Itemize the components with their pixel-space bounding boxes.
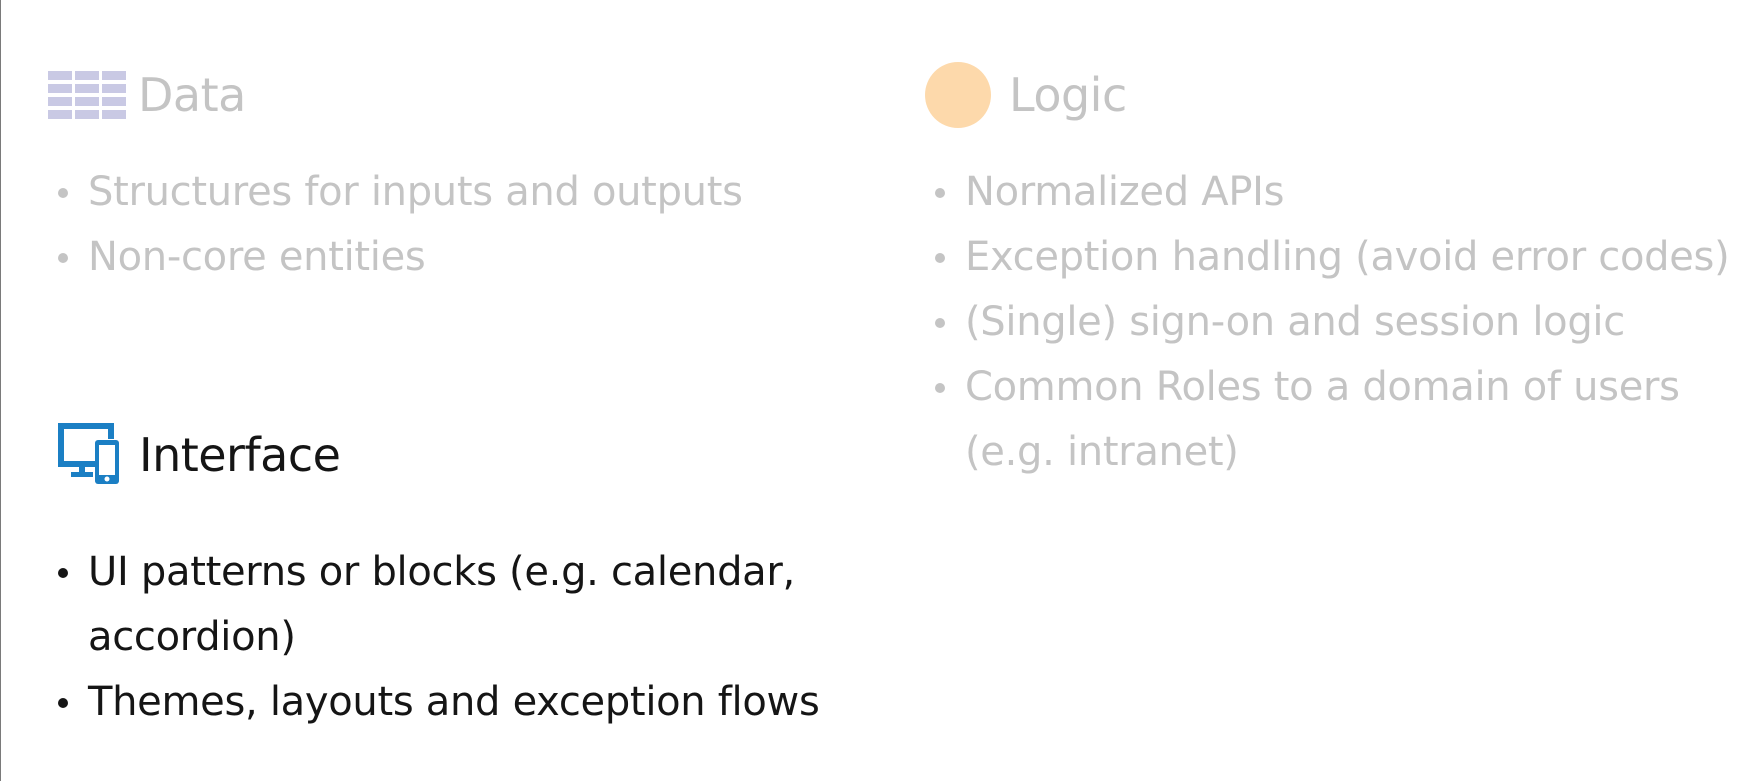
monitor-phone-icon	[58, 423, 119, 484]
list-item-continuation: (e.g. intranet)	[965, 429, 1239, 475]
interface-title: Interface	[139, 428, 341, 482]
interface-section: Interface UI patterns or blocks (e.g. ca…	[55, 420, 875, 725]
data-header: Data	[48, 60, 848, 130]
logic-list: Normalized APIs Exception handling (avoi…	[925, 160, 1755, 485]
list-item: Themes, layouts and exception flows	[48, 670, 868, 735]
interface-header: Interface	[55, 420, 875, 490]
grid-table-icon	[48, 71, 126, 119]
data-title: Data	[138, 68, 246, 122]
list-item: (Single) sign-on and session logic	[925, 290, 1755, 355]
interface-list: UI patterns or blocks (e.g. calendar, ac…	[48, 540, 868, 735]
logic-section: Logic Normalized APIs Exception handling…	[925, 60, 1755, 475]
list-item: Structures for inputs and outputs	[48, 160, 848, 225]
list-item: Normalized APIs	[925, 160, 1755, 225]
data-section: Data Structures for inputs and outputs N…	[48, 60, 848, 280]
data-list: Structures for inputs and outputs Non-co…	[48, 160, 848, 290]
logic-header: Logic	[925, 60, 1755, 130]
list-item: UI patterns or blocks (e.g. calendar,	[48, 540, 868, 605]
list-item: Common Roles to a domain of users	[925, 355, 1755, 420]
circle-icon	[925, 62, 991, 128]
list-item: Exception handling (avoid error codes)	[925, 225, 1755, 290]
logic-title: Logic	[1009, 68, 1127, 122]
list-item: Non-core entities	[48, 225, 848, 290]
list-item-continuation: accordion)	[88, 614, 296, 660]
